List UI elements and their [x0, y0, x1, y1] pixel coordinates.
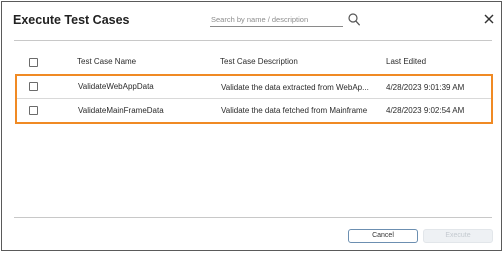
select-all-checkbox[interactable] [29, 58, 38, 67]
last-edited: 4/28/2023 9:02:54 AM [386, 106, 465, 115]
test-case-name: ValidateWebAppData [78, 82, 154, 91]
row-checkbox[interactable] [29, 82, 38, 91]
test-case-description: Validate the data extracted from WebAp..… [221, 83, 369, 92]
footer-divider [14, 217, 492, 218]
test-case-description: Validate the data fetched from Mainframe [221, 106, 368, 115]
row-checkbox[interactable] [29, 106, 38, 115]
column-header-description: Test Case Description [220, 57, 298, 66]
column-header-name: Test Case Name [77, 57, 137, 66]
dialog-title: Execute Test Cases [13, 13, 130, 27]
header-divider [14, 40, 492, 41]
cancel-button[interactable]: Cancel [348, 229, 418, 243]
search-icon[interactable] [348, 13, 360, 26]
execute-button[interactable]: Execute [423, 229, 493, 243]
row-divider [17, 98, 491, 99]
last-edited: 4/28/2023 9:01:39 AM [386, 83, 465, 92]
close-icon[interactable] [484, 14, 494, 24]
test-case-name: ValidateMainFrameData [78, 106, 164, 115]
column-header-last-edited: Last Edited [386, 57, 427, 66]
search-input[interactable] [210, 12, 343, 27]
execute-test-cases-dialog: Execute Test Cases Test Case Name Test C… [1, 1, 502, 251]
